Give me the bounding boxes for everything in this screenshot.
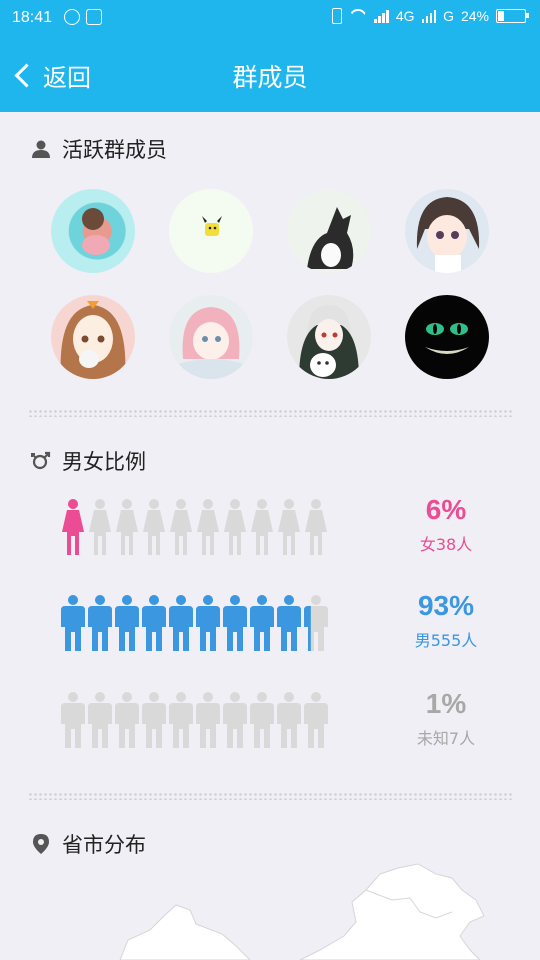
app-notification-icon bbox=[86, 9, 102, 25]
province-heading: 省市分布 bbox=[30, 829, 146, 859]
unknown-percent: 1% bbox=[425, 688, 467, 719]
person-icon bbox=[196, 595, 220, 651]
battery-percent: 24% bbox=[460, 8, 489, 24]
vibrate-icon bbox=[332, 8, 343, 24]
unknown-count: 未知7人 bbox=[416, 729, 476, 748]
person-icon bbox=[115, 692, 139, 748]
person-icon bbox=[250, 692, 274, 748]
person-icon bbox=[115, 595, 139, 651]
female-person-icon bbox=[89, 499, 111, 555]
page-title: 群成员 bbox=[232, 63, 308, 92]
person-icon bbox=[61, 692, 85, 748]
section-title: 男女比例 bbox=[62, 450, 146, 474]
person-icon bbox=[142, 692, 166, 748]
female-person-icon bbox=[62, 499, 84, 555]
female-person-icon bbox=[305, 499, 327, 555]
person-icon bbox=[30, 138, 52, 160]
person-icon bbox=[142, 595, 166, 651]
female-count: 女38人 bbox=[419, 535, 473, 554]
male-count: 男555人 bbox=[414, 631, 478, 650]
battery-icon bbox=[496, 9, 529, 23]
notification-icon bbox=[64, 9, 80, 25]
male-icon-row bbox=[60, 594, 329, 652]
person-icon bbox=[169, 595, 193, 651]
person-icon bbox=[88, 692, 112, 748]
status-bar: 18:41 4G G 24% bbox=[0, 0, 540, 38]
person-icon bbox=[61, 595, 85, 651]
member-avatar[interactable] bbox=[287, 189, 371, 273]
person-icon bbox=[304, 595, 328, 651]
gender-ratio-heading: 男女比例 bbox=[30, 446, 146, 476]
unknown-icon-row bbox=[60, 691, 329, 749]
person-icon bbox=[196, 692, 220, 748]
female-person-icon bbox=[170, 499, 192, 555]
person-icon bbox=[304, 692, 328, 748]
section-title: 活跃群成员 bbox=[62, 138, 167, 162]
member-avatar[interactable] bbox=[169, 295, 253, 379]
person-icon bbox=[277, 692, 301, 748]
signal-icon bbox=[374, 9, 389, 23]
status-time: 18:41 bbox=[12, 9, 53, 26]
member-avatar[interactable] bbox=[287, 295, 371, 379]
member-avatar[interactable] bbox=[405, 189, 489, 273]
person-icon bbox=[223, 595, 247, 651]
person-icon bbox=[223, 692, 247, 748]
female-percent: 6% bbox=[425, 494, 467, 525]
section-divider bbox=[28, 409, 512, 417]
network-type-2: G bbox=[443, 8, 454, 24]
female-person-icon bbox=[251, 499, 273, 555]
male-percent: 93% bbox=[417, 590, 475, 621]
member-avatar[interactable] bbox=[169, 189, 253, 273]
person-icon bbox=[169, 692, 193, 748]
person-icon bbox=[250, 595, 274, 651]
network-type-1: 4G bbox=[395, 8, 415, 24]
nav-bar: 返回 群成员 bbox=[0, 38, 540, 112]
section-divider bbox=[28, 792, 512, 800]
active-members-heading: 活跃群成员 bbox=[30, 134, 167, 164]
gender-icon bbox=[30, 450, 52, 472]
female-icon-row bbox=[60, 498, 329, 556]
female-person-icon bbox=[143, 499, 165, 555]
female-person-icon bbox=[116, 499, 138, 555]
member-avatar[interactable] bbox=[51, 189, 135, 273]
person-icon bbox=[277, 595, 301, 651]
female-person-icon bbox=[197, 499, 219, 555]
china-map[interactable] bbox=[0, 860, 540, 960]
member-avatar[interactable] bbox=[405, 295, 489, 379]
location-pin-icon bbox=[30, 833, 52, 855]
person-icon bbox=[88, 595, 112, 651]
wifi-icon bbox=[349, 9, 367, 23]
female-person-icon bbox=[224, 499, 246, 555]
female-person-icon bbox=[278, 499, 300, 555]
member-avatar[interactable] bbox=[51, 295, 135, 379]
section-title: 省市分布 bbox=[62, 833, 146, 857]
signal-icon-2 bbox=[421, 9, 437, 23]
